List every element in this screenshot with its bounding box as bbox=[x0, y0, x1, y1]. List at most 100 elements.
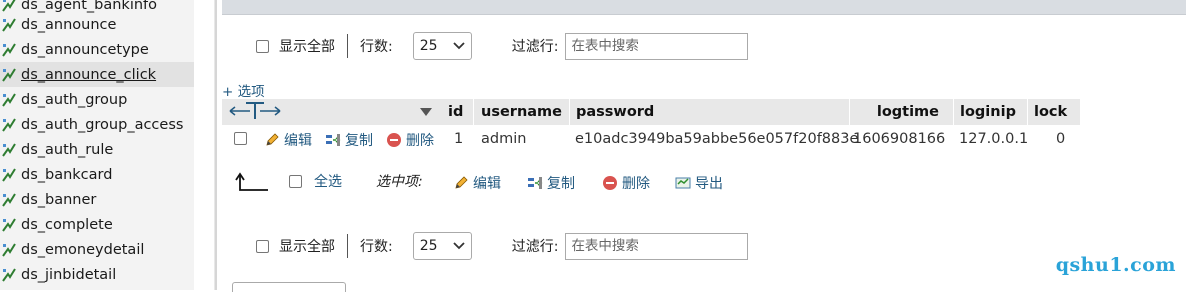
column-header-lock[interactable]: lock bbox=[1028, 99, 1080, 125]
sidebar-item-ds_auth_group[interactable]: ds_auth_group bbox=[0, 87, 194, 112]
bulk-export-button[interactable]: 导出 bbox=[675, 168, 723, 198]
sidebar-item-ds_auth_rule[interactable]: ds_auth_rule bbox=[0, 137, 194, 162]
filter-input[interactable] bbox=[565, 32, 749, 60]
column-header-password[interactable]: password bbox=[570, 99, 850, 125]
rows-select[interactable]: 25 bbox=[412, 32, 472, 60]
table-icon bbox=[2, 117, 16, 132]
table-icon bbox=[2, 0, 16, 12]
sidebar-item-ds_announcetype[interactable]: ds_announcetype bbox=[0, 37, 194, 62]
select-all-label[interactable]: 全选 bbox=[314, 168, 342, 196]
sidebar-item-ds_announce[interactable]: ds_announce bbox=[0, 12, 194, 37]
filter-input[interactable] bbox=[565, 232, 749, 260]
sidebar-item-label: ds_announce bbox=[21, 16, 117, 33]
copy-icon bbox=[528, 177, 543, 189]
sidebar-item-ds_complete[interactable]: ds_complete bbox=[0, 212, 194, 237]
row-edit-button[interactable]: 编辑 bbox=[264, 126, 312, 153]
pencil-icon bbox=[266, 132, 279, 146]
separator bbox=[347, 34, 348, 58]
copy-icon bbox=[326, 133, 341, 146]
bulk-actions: 全选 选中项: 编辑 复制 删除 导出 bbox=[222, 168, 922, 198]
table-icon bbox=[2, 17, 16, 32]
bulk-delete-button[interactable]: 删除 bbox=[602, 168, 650, 198]
rows-select[interactable]: 25 bbox=[412, 232, 472, 260]
sidebar-item-label: ds_complete bbox=[21, 216, 113, 233]
show-all-label: 显示全部 bbox=[279, 239, 335, 255]
bulk-edit-button[interactable]: 编辑 bbox=[453, 168, 501, 198]
top-bar bbox=[222, 0, 1186, 15]
row-copy-button[interactable]: 复制 bbox=[325, 126, 373, 153]
sidebar-item-label: ds_announcetype bbox=[21, 41, 149, 58]
select-all-checkbox[interactable] bbox=[289, 175, 302, 188]
column-header-logtime[interactable]: logtime bbox=[850, 99, 954, 125]
table-icon bbox=[2, 167, 16, 182]
rows-select-value: 25 bbox=[419, 38, 438, 54]
bulk-copy-label: 复制 bbox=[547, 176, 575, 192]
show-all-checkbox[interactable] bbox=[256, 239, 269, 253]
cell-username: admin bbox=[481, 131, 527, 147]
rows-select-value: 25 bbox=[419, 238, 438, 254]
sidebar-item-label: ds_auth_rule bbox=[21, 141, 114, 158]
column-arrows-icon[interactable] bbox=[228, 101, 282, 125]
nav-bottom: 显示全部 行数: 25 过滤行: bbox=[222, 231, 749, 261]
column-header-loginip[interactable]: loginip bbox=[954, 99, 1028, 125]
select-arrow-icon bbox=[235, 172, 268, 191]
cell-password: e10adc3949ba59abbe56e057f20f883e bbox=[575, 131, 859, 147]
sidebar-item-ds_auth_group_access[interactable]: ds_auth_group_access bbox=[0, 112, 194, 137]
sidebar: ds_agent_bankinfo ds_announce ds_announc… bbox=[0, 0, 194, 290]
bulk-delete-label: 删除 bbox=[622, 176, 650, 192]
cell-loginip: 127.0.0.1 bbox=[959, 131, 1029, 147]
row-edit-label: 编辑 bbox=[284, 132, 312, 149]
show-all-checkbox[interactable] bbox=[256, 39, 269, 53]
sidebar-item-ds_jinbidetail[interactable]: ds_jinbidetail bbox=[0, 262, 194, 287]
delete-icon bbox=[387, 132, 401, 147]
table-icon bbox=[2, 242, 16, 257]
sidebar-item-ds_banner[interactable]: ds_banner bbox=[0, 187, 194, 212]
row-copy-label: 复制 bbox=[345, 132, 373, 149]
sidebar-item-label: ds_banner bbox=[21, 191, 97, 208]
sort-dropdown-icon[interactable] bbox=[419, 107, 433, 117]
row-delete-button[interactable]: 删除 bbox=[386, 126, 434, 153]
bulk-edit-label: 编辑 bbox=[473, 176, 501, 192]
table-row: 编辑 复制 删除 1 admin e10adc3949ba59abbe56e05… bbox=[222, 126, 1080, 153]
options-link[interactable]: + 选项 bbox=[222, 80, 265, 100]
chevron-down-icon bbox=[453, 42, 465, 50]
with-selected-label: 选中项: bbox=[376, 174, 423, 190]
sidebar-item-label: ds_auth_group_access bbox=[21, 116, 184, 133]
filter-label: 过滤行: bbox=[511, 239, 559, 255]
bulk-copy-button[interactable]: 复制 bbox=[527, 168, 575, 198]
column-header-id[interactable]: id bbox=[440, 99, 474, 125]
cell-logtime: 1606908166 bbox=[853, 131, 946, 147]
table-header: id username password logtime loginip loc… bbox=[222, 99, 1080, 125]
show-all-label: 显示全部 bbox=[279, 39, 335, 55]
sidebar-item-label: ds_auth_group bbox=[21, 91, 128, 108]
watermark: qshu1.com bbox=[1055, 254, 1176, 276]
sidebar-item-ds_announce_click[interactable]: ds_announce_click bbox=[0, 62, 194, 87]
nav-top: 显示全部 行数: 25 过滤行: bbox=[222, 31, 749, 61]
separator bbox=[347, 234, 348, 258]
sidebar-item-label: ds_emoneydetail bbox=[21, 241, 145, 258]
sidebar-item-label: ds_agent_bankinfo bbox=[21, 0, 158, 13]
sidebar-item-ds_emoneydetail[interactable]: ds_emoneydetail bbox=[0, 237, 194, 262]
column-header-username[interactable]: username bbox=[474, 99, 570, 125]
row-delete-label: 删除 bbox=[406, 132, 434, 149]
sidebar-item-label: ds_bankcard bbox=[21, 166, 113, 183]
rows-label: 行数: bbox=[360, 39, 393, 55]
sidebar-item-ds_bankcard[interactable]: ds_bankcard bbox=[0, 162, 194, 187]
sidebar-resize-handle[interactable] bbox=[214, 0, 217, 290]
table-icon bbox=[2, 142, 16, 157]
rows-label: 行数: bbox=[360, 239, 393, 255]
table-icon bbox=[2, 67, 16, 82]
delete-icon bbox=[603, 176, 617, 190]
bulk-export-label: 导出 bbox=[695, 176, 723, 192]
filter-label: 过滤行: bbox=[511, 39, 559, 55]
sidebar-item-label: ds_announce_click bbox=[21, 66, 157, 83]
table-icon bbox=[2, 42, 16, 57]
cell-lock: 0 bbox=[1056, 131, 1066, 147]
table-icon bbox=[2, 217, 16, 232]
table-icon bbox=[2, 192, 16, 207]
chevron-down-icon bbox=[453, 242, 465, 250]
cell-id: 1 bbox=[454, 131, 464, 147]
row-checkbox[interactable] bbox=[234, 132, 247, 145]
export-icon bbox=[675, 177, 691, 189]
table-icon bbox=[2, 92, 16, 107]
